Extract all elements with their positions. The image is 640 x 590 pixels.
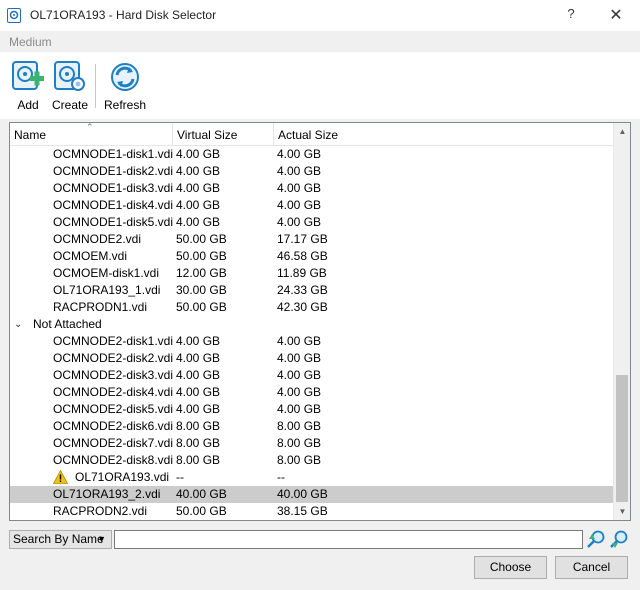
- scroll-down-arrow-icon[interactable]: ▼: [614, 503, 630, 520]
- vertical-scrollbar[interactable]: ▲ ▼: [613, 123, 630, 520]
- add-label: Add: [17, 98, 39, 112]
- search-input[interactable]: [114, 530, 583, 549]
- table-row[interactable]: OCMOEM-disk1.vdi 12.00 GB 11.89 GB: [10, 265, 613, 282]
- sort-ascending-icon: ⌃: [86, 122, 94, 132]
- table-row[interactable]: OCMNODE2-disk3.vdi 4.00 GB 4.00 GB: [10, 367, 613, 384]
- help-button[interactable]: ?: [563, 6, 579, 24]
- window-title: OL71ORA193 - Hard Disk Selector: [30, 8, 217, 22]
- search-previous-icon[interactable]: [586, 529, 606, 549]
- search-next-icon[interactable]: [609, 529, 629, 549]
- column-header-virtual-size[interactable]: Virtual Size: [173, 123, 274, 146]
- create-button[interactable]: Create: [52, 60, 88, 116]
- refresh-button[interactable]: Refresh: [103, 60, 147, 116]
- group-label: Not Attached: [33, 317, 102, 331]
- table-row[interactable]: OCMNODE2-disk2.vdi 4.00 GB 4.00 GB: [10, 350, 613, 367]
- group-row-not-attached[interactable]: ⌄ Not Attached: [10, 316, 613, 333]
- table-header: ⌃ Name Virtual Size Actual Size: [10, 123, 613, 146]
- refresh-icon: [111, 63, 139, 91]
- table-row[interactable]: RACPRODN1.vdi 50.00 GB 42.30 GB: [10, 299, 613, 316]
- column-header-name[interactable]: ⌃ Name: [10, 123, 173, 146]
- dropdown-arrow-icon: ▼: [97, 534, 106, 544]
- table-rows: OCMNODE1-disk1.vdi 4.00 GB 4.00 GB OCMNODE…: [10, 146, 613, 520]
- table-row[interactable]: OCMNODE1-disk1.vdi 4.00 GB 4.00 GB: [10, 146, 613, 163]
- chevron-down-icon[interactable]: ⌄: [14, 316, 22, 333]
- search-mode-dropdown[interactable]: Search By Name ▼: [9, 530, 112, 549]
- column-header-actual-size[interactable]: Actual Size: [274, 123, 613, 146]
- table-row[interactable]: OCMNODE2-disk5.vdi 4.00 GB 4.00 GB: [10, 401, 613, 418]
- create-label: Create: [52, 98, 89, 112]
- table-row[interactable]: OCMNODE1-disk2.vdi 4.00 GB 4.00 GB: [10, 163, 613, 180]
- table-row[interactable]: OCMOEM.vdi 50.00 GB 46.58 GB: [10, 248, 613, 265]
- hard-disk-tree[interactable]: ⌃ Name Virtual Size Actual Size OCMNODE1…: [9, 122, 631, 521]
- choose-button[interactable]: Choose: [474, 556, 547, 579]
- toolbar: [0, 52, 640, 119]
- app-disk-icon: [7, 8, 21, 23]
- medium-section-label: Medium: [9, 35, 52, 49]
- cancel-button[interactable]: Cancel: [555, 556, 628, 579]
- create-disk-icon: [54, 61, 85, 91]
- table-row[interactable]: RACPRODN2.vdi 50.00 GB 38.15 GB: [10, 503, 613, 520]
- table-row[interactable]: OCMNODE1-disk3.vdi 4.00 GB 4.00 GB: [10, 180, 613, 197]
- scrollbar-thumb[interactable]: [616, 375, 628, 502]
- table-row[interactable]: OCMNODE2-disk6.vdi 8.00 GB 8.00 GB: [10, 418, 613, 435]
- table-row[interactable]: OL71ORA193_1.vdi 30.00 GB 24.33 GB: [10, 282, 613, 299]
- table-row[interactable]: OCMNODE1-disk4.vdi 4.00 GB 4.00 GB: [10, 197, 613, 214]
- table-row[interactable]: OCMNODE2.vdi 50.00 GB 17.17 GB: [10, 231, 613, 248]
- table-row[interactable]: OCMNODE2-disk8.vdi 8.00 GB 8.00 GB: [10, 452, 613, 469]
- table-row-selected[interactable]: OL71ORA193_2.vdi 40.00 GB 40.00 GB: [10, 486, 613, 503]
- title-bar: OL71ORA193 - Hard Disk Selector ? ✕: [0, 0, 640, 31]
- table-row[interactable]: OCMNODE2-disk7.vdi 8.00 GB 8.00 GB: [10, 435, 613, 452]
- add-button[interactable]: Add: [10, 60, 46, 116]
- close-button[interactable]: ✕: [606, 5, 626, 25]
- table-row[interactable]: OCMNODE2-disk4.vdi 4.00 GB 4.00 GB: [10, 384, 613, 401]
- table-row[interactable]: OCMNODE2-disk1.vdi 4.00 GB 4.00 GB: [10, 333, 613, 350]
- table-row[interactable]: OCMNODE1-disk5.vdi 4.00 GB 4.00 GB: [10, 214, 613, 231]
- warning-icon: [53, 470, 68, 484]
- toolbar-separator: [95, 64, 96, 108]
- table-row[interactable]: OL71ORA193.vdi -- --: [10, 469, 613, 486]
- refresh-label: Refresh: [103, 98, 147, 112]
- scroll-up-arrow-icon[interactable]: ▲: [614, 123, 630, 140]
- add-disk-icon: [12, 61, 44, 90]
